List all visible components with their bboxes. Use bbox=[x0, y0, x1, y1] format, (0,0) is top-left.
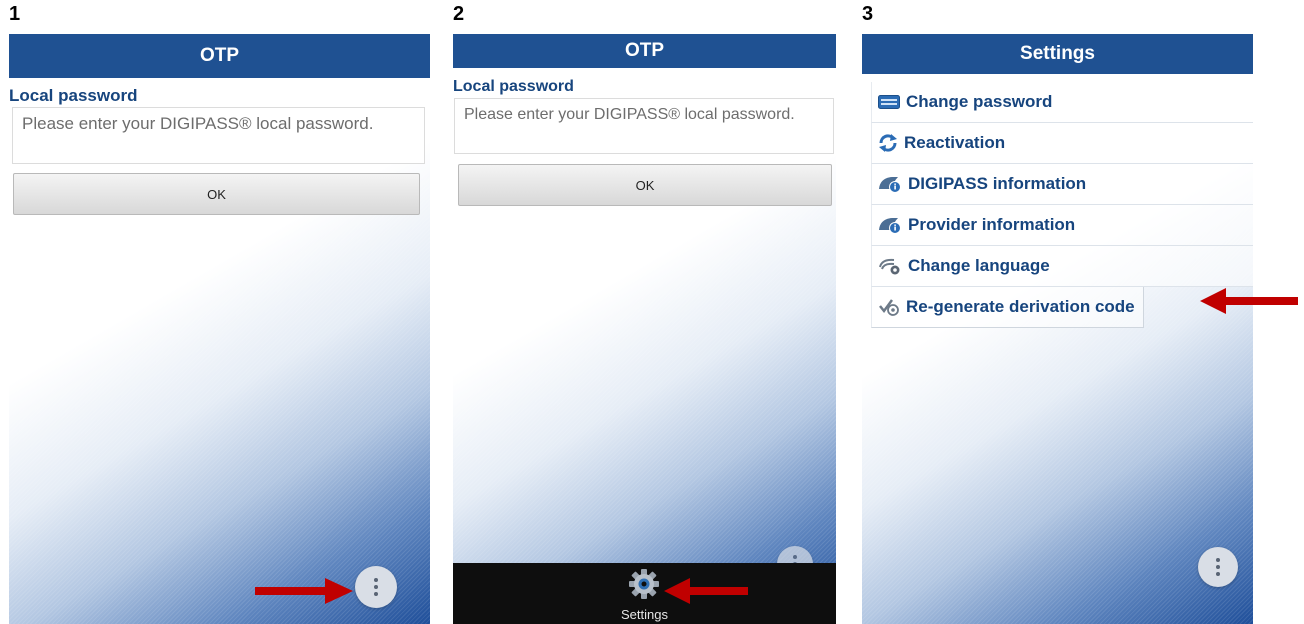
settings-item-label: Provider information bbox=[908, 215, 1076, 234]
settings-item-change-language[interactable]: Change language bbox=[871, 246, 1253, 287]
info-badge-icon bbox=[879, 177, 901, 193]
settings-item-label: Re-generate derivation code bbox=[906, 297, 1135, 316]
ok-button[interactable]: OK bbox=[13, 173, 420, 215]
bottom-menu-bar: Settings bbox=[453, 563, 836, 624]
screen-2-otp: OTP Local password Please enter your DIG… bbox=[453, 34, 836, 624]
settings-item-digipass-information[interactable]: DIGIPASS information bbox=[871, 164, 1253, 205]
more-vert-icon[interactable] bbox=[1198, 547, 1238, 587]
ok-button[interactable]: OK bbox=[458, 164, 832, 206]
settings-item-label: Change language bbox=[908, 256, 1050, 275]
settings-item-label: Reactivation bbox=[904, 133, 1006, 152]
settings-menu-label[interactable]: Settings bbox=[453, 607, 836, 622]
keyboard-icon bbox=[878, 95, 900, 109]
more-vert-icon[interactable] bbox=[355, 566, 397, 608]
red-arrow-left-icon bbox=[1200, 288, 1298, 314]
screen-1-otp: OTP Local password Please enter your DIG… bbox=[9, 34, 430, 624]
local-password-input[interactable]: Please enter your DIGIPASS® local passwo… bbox=[12, 107, 425, 164]
local-password-label: Local password bbox=[9, 86, 138, 105]
regenerate-icon bbox=[879, 299, 899, 316]
gear-icon[interactable] bbox=[628, 568, 660, 600]
local-password-input[interactable]: Please enter your DIGIPASS® local passwo… bbox=[454, 98, 834, 154]
settings-item-provider-information[interactable]: Provider information bbox=[871, 205, 1253, 246]
settings-item-label: Change password bbox=[906, 92, 1053, 111]
app-title: OTP bbox=[9, 34, 430, 78]
local-password-label: Local password bbox=[453, 78, 574, 95]
language-icon bbox=[879, 258, 900, 275]
refresh-icon bbox=[879, 134, 897, 152]
step-number-1: 1 bbox=[9, 3, 21, 25]
step-number-3: 3 bbox=[862, 3, 874, 25]
red-arrow-right-icon bbox=[255, 578, 353, 604]
screen-3-settings: Settings Change password Reactivation DI… bbox=[862, 34, 1253, 624]
step-number-2: 2 bbox=[453, 3, 465, 25]
settings-item-change-password[interactable]: Change password bbox=[871, 82, 1253, 123]
settings-item-regenerate-derivation-code[interactable]: Re-generate derivation code bbox=[871, 287, 1144, 328]
app-title: OTP bbox=[453, 34, 836, 68]
settings-item-reactivation[interactable]: Reactivation bbox=[871, 123, 1253, 164]
info-badge-icon bbox=[879, 218, 901, 234]
settings-title: Settings bbox=[862, 34, 1253, 74]
settings-list: Change password Reactivation DIGIPASS in… bbox=[871, 82, 1253, 328]
red-arrow-left-icon bbox=[664, 578, 748, 604]
settings-item-label: DIGIPASS information bbox=[908, 174, 1087, 193]
